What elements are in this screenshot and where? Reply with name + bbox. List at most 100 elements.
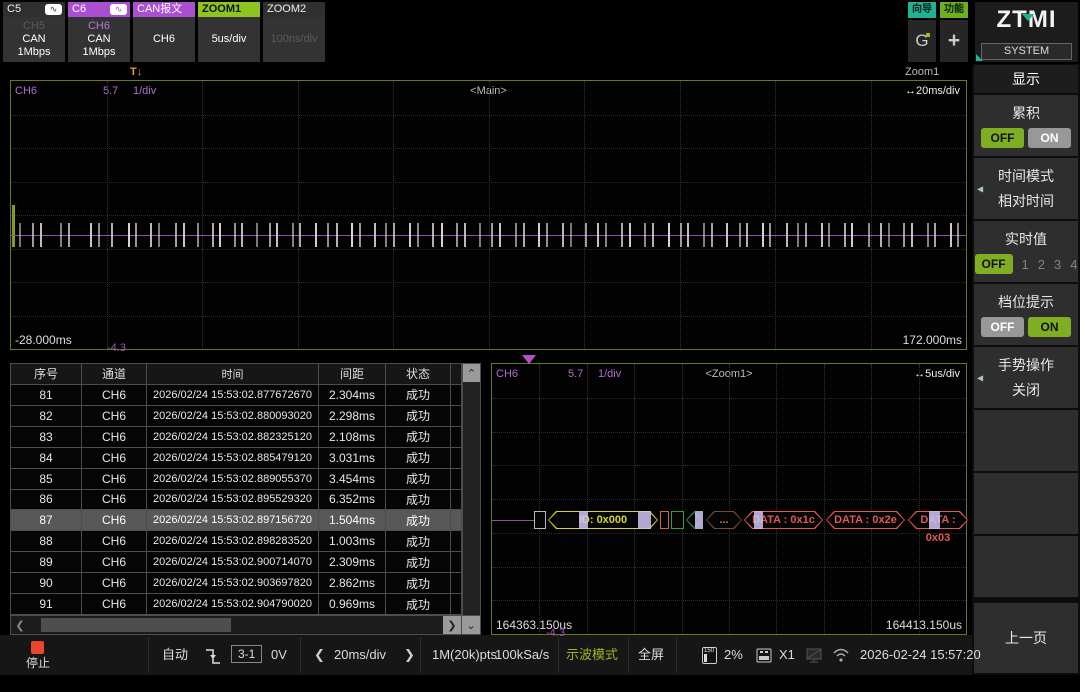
table-horizontal-scrollbar[interactable]: ❮ ❯ ⌄ <box>11 615 480 635</box>
zoom-position-marker[interactable] <box>522 355 536 364</box>
sidebar-panel-手势操作[interactable]: ◀ 手势操作 关闭 <box>974 347 1078 408</box>
zoom-grid <box>492 364 966 634</box>
can-pulse <box>135 223 138 247</box>
storage-percent: 2% <box>724 647 743 662</box>
tab-C5[interactable]: C5 ∿ CH5 CAN 1Mbps <box>3 2 65 62</box>
toggle-off-button[interactable]: OFF <box>981 128 1024 148</box>
plus-icon[interactable]: + <box>940 20 968 62</box>
scroll-thumb[interactable] <box>41 618 231 633</box>
table-vertical-scrollbar[interactable]: ⌃ <box>462 364 480 385</box>
trigger-level[interactable]: 0V <box>271 635 287 675</box>
row-filler <box>451 468 462 490</box>
table-row[interactable]: 82 CH6 2026/02/24 15:53:02.880093020 2.298m… <box>11 405 480 427</box>
trigger-source[interactable]: 3-1 <box>231 645 263 663</box>
zoom1-waveform-panel[interactable]: CH6 5.7 1/div <Zoom1> ↔5us/div ID: 0x000… <box>491 355 967 639</box>
table-cell: 成功 <box>386 510 451 532</box>
scroll-down-icon[interactable]: ⌄ <box>461 616 480 635</box>
can-pulse <box>111 223 114 247</box>
scroll-track[interactable] <box>29 616 443 635</box>
previous-page-button[interactable]: 上一页 <box>974 603 1078 673</box>
tab-CAN报文[interactable]: CAN报文 CH6 <box>133 2 195 62</box>
scroll-track[interactable] <box>462 552 480 574</box>
sidebar-panel-累积[interactable]: 累积 OFF ON <box>974 95 1078 156</box>
scope-mode[interactable]: 示波模式 <box>566 635 618 675</box>
can-pulse <box>679 223 682 247</box>
scroll-track[interactable] <box>462 573 480 595</box>
toggle-on-button[interactable]: ON <box>1028 128 1071 148</box>
can-pulse <box>867 223 870 247</box>
tab-line: 100ns/div <box>270 33 318 45</box>
stop-label[interactable]: 停止 <box>20 655 56 671</box>
decode-rtr-segment <box>660 511 669 529</box>
scroll-track[interactable] <box>462 426 480 448</box>
scroll-right-icon[interactable]: ❯ <box>443 616 461 635</box>
table-row[interactable]: 87 CH6 2026/02/24 15:53:02.897156720 1.504m… <box>11 510 480 532</box>
scroll-left-icon[interactable]: ❮ <box>11 616 29 634</box>
trigger-mode[interactable]: 自动 <box>162 635 188 675</box>
tab-line: 1Mbps <box>82 46 116 58</box>
table-cell: 85 <box>11 468 82 490</box>
tab-ZOOM1[interactable]: ZOOM1 5us/div <box>198 2 260 62</box>
can-pulse <box>711 223 713 247</box>
table-cell: 90 <box>11 573 82 595</box>
menu-expand-icon[interactable]: ◀ <box>977 373 983 382</box>
scroll-track[interactable] <box>462 489 480 511</box>
realtime-option[interactable]: 1 <box>1022 257 1029 272</box>
tab-ZOOM2[interactable]: ZOOM2 100ns/div <box>263 2 325 62</box>
table-row[interactable]: 83 CH6 2026/02/24 15:53:02.882325120 2.108m… <box>11 426 480 448</box>
can-pulse <box>127 223 130 247</box>
table-row[interactable]: 86 CH6 2026/02/24 15:53:02.895529320 6.352m… <box>11 489 480 511</box>
table-row[interactable]: 84 CH6 2026/02/24 15:53:02.885479120 3.031m… <box>11 447 480 469</box>
decode-baseline <box>492 520 534 521</box>
scroll-track[interactable] <box>462 384 480 406</box>
can-pulse <box>957 223 960 247</box>
scroll-track[interactable] <box>462 405 480 427</box>
function-button[interactable]: 功能 + <box>940 2 968 62</box>
system-button[interactable]: SYSTEM <box>981 43 1072 60</box>
table-row[interactable]: 90 CH6 2026/02/24 15:53:02.903697820 2.862m… <box>11 573 480 595</box>
realtime-option[interactable]: 2 <box>1038 257 1045 272</box>
scroll-track[interactable] <box>462 510 480 532</box>
table-row[interactable]: 91 CH6 2026/02/24 15:53:02.904790020 0.969m… <box>11 594 480 616</box>
trigger-edge-icon[interactable] <box>203 636 223 676</box>
tab-line: CH6 <box>152 33 175 45</box>
scroll-track[interactable] <box>462 468 480 490</box>
can-pulse <box>211 223 214 247</box>
table-row[interactable]: 89 CH6 2026/02/24 15:53:02.900714070 2.309m… <box>11 552 480 574</box>
sidebar-panel-档位提示[interactable]: 档位提示 OFF ON <box>974 284 1078 345</box>
table-row[interactable]: 81 CH6 2026/02/24 15:53:02.877672670 2.304m… <box>11 384 480 406</box>
realtime-option[interactable]: 3 <box>1054 257 1061 272</box>
can-pulse <box>605 223 607 247</box>
can-pulse <box>456 223 459 247</box>
timebase-prev-icon[interactable]: ❮ <box>314 635 325 675</box>
guide-button[interactable]: 向导 G <box>908 2 936 62</box>
scroll-track[interactable] <box>462 447 480 469</box>
tab-C6[interactable]: C6 ∿ CH6 CAN 1Mbps <box>68 2 130 62</box>
scroll-track[interactable] <box>462 531 480 553</box>
table-row[interactable]: 85 CH6 2026/02/24 15:53:02.889055370 3.454m… <box>11 468 480 490</box>
timebase-next-icon[interactable]: ❯ <box>404 635 415 675</box>
tab-body: CH5 CAN 1Mbps <box>3 17 65 62</box>
can-pulse <box>68 223 71 247</box>
main-waveform-panel[interactable]: CH6 5.7 1/div <Main> ↔20ms/div -28.000ms… <box>10 80 967 354</box>
fullscreen-button[interactable]: 全屏 <box>638 635 664 675</box>
can-pulse <box>804 223 807 247</box>
menu-expand-icon[interactable]: ◀ <box>977 184 983 193</box>
table-row[interactable]: 88 CH6 2026/02/24 15:53:02.898283520 1.003m… <box>11 531 480 553</box>
sidebar-panel-时间模式[interactable]: ◀ 时间模式 相对时间 <box>974 158 1078 219</box>
realtime-option[interactable]: 4 <box>1070 257 1077 272</box>
can-frame-table[interactable]: 序号 通道 时间 间距 状态 ⌃ 81 CH6 2026/02/24 15:53:02.8776… <box>10 363 481 635</box>
scroll-track[interactable] <box>462 594 480 616</box>
timebase-value[interactable]: 20ms/div <box>334 635 386 675</box>
toggle-off-button[interactable]: OFF <box>981 317 1024 337</box>
decode-ctrl-segment <box>671 511 684 529</box>
scroll-up-icon[interactable]: ⌃ <box>463 364 480 382</box>
stop-icon[interactable] <box>31 641 44 654</box>
realtime-off-button[interactable]: OFF <box>974 254 1013 274</box>
trigger-position-marker[interactable]: T↓ <box>130 66 142 78</box>
toggle-on-button[interactable]: ON <box>1028 317 1071 337</box>
sidebar-panel-实时值[interactable]: 实时值 OFF 1 2 3 4 <box>974 221 1078 282</box>
table-cell: CH6 <box>82 489 147 511</box>
guide-icon[interactable]: G <box>908 20 936 62</box>
guide-label: 向导 <box>908 2 936 18</box>
